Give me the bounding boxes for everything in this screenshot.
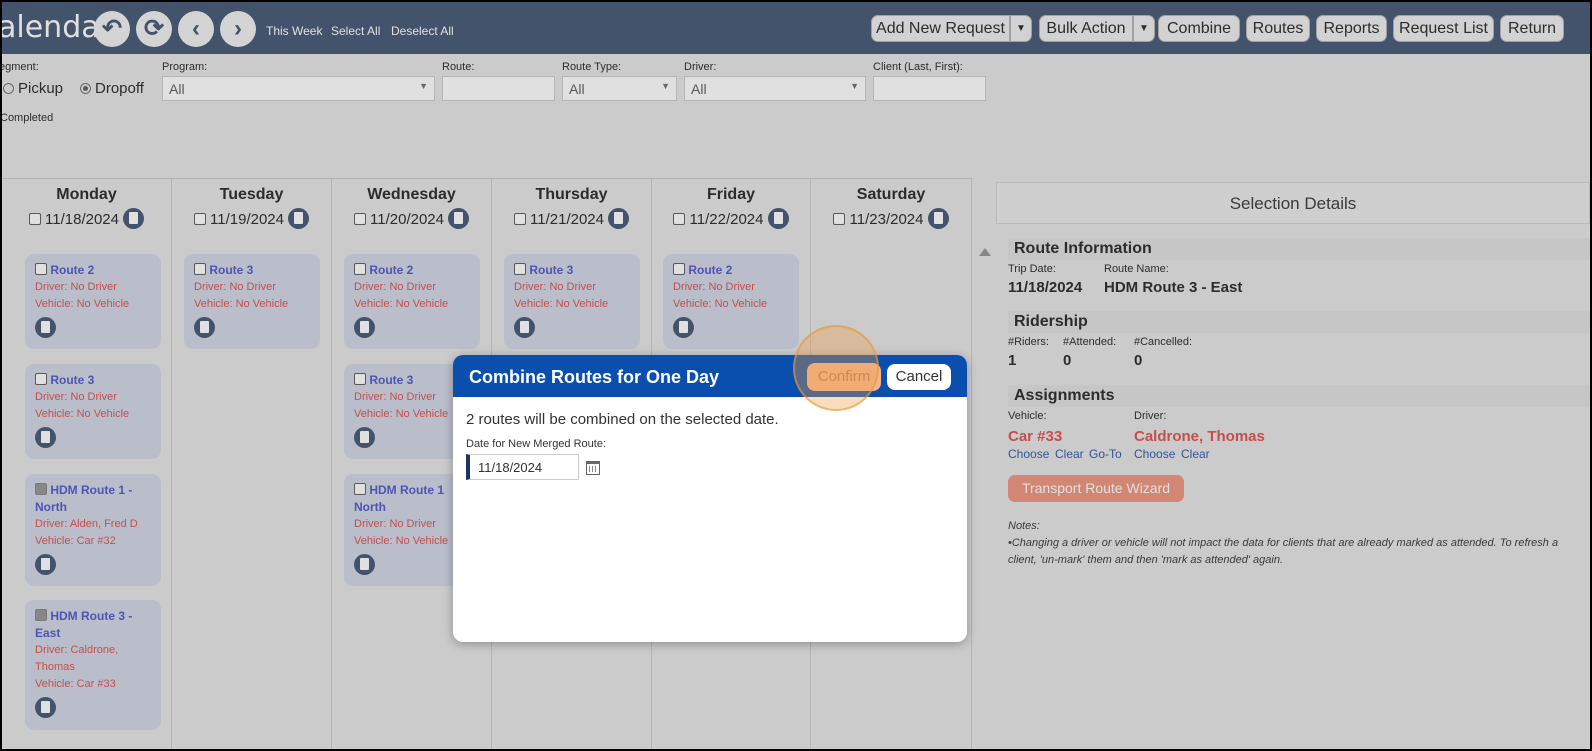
merged-date-label: Date for New Merged Route: bbox=[466, 438, 607, 450]
cancel-button[interactable]: Cancel bbox=[887, 364, 951, 390]
app-window: alendar ↶ ⟳ ‹ › This Week Select All Des… bbox=[2, 2, 1590, 749]
dialog-title: Combine Routes for One Day bbox=[469, 367, 720, 387]
combine-routes-dialog: Combine Routes for One Day Confirm Cance… bbox=[453, 355, 967, 642]
calendar-icon[interactable] bbox=[586, 461, 600, 475]
dialog-message: 2 routes will be combined on the selecte… bbox=[466, 411, 779, 428]
click-highlight-ring bbox=[793, 325, 879, 411]
merged-date-input[interactable]: 11/18/2024 bbox=[466, 454, 579, 480]
dialog-header: Combine Routes for One Day Confirm Cance… bbox=[453, 355, 967, 397]
